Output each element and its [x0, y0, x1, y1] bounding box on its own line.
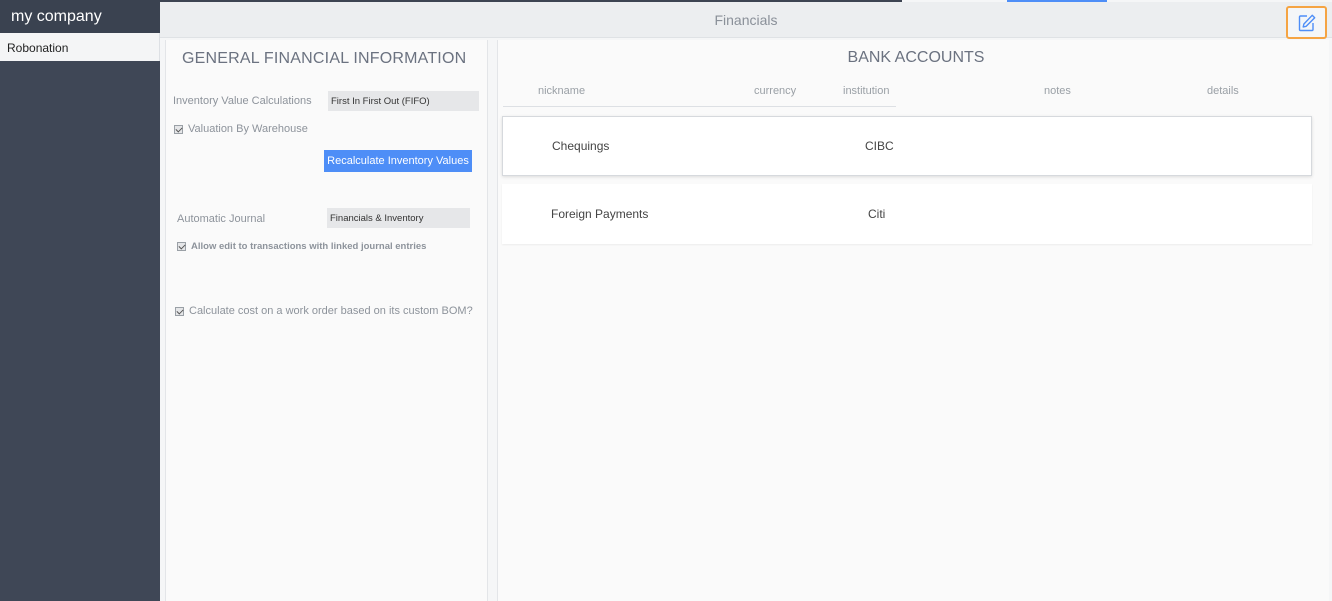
sidebar: my company Robonation — [0, 0, 160, 601]
page-title: Financials — [714, 12, 778, 28]
bank-institution: Citi — [868, 207, 886, 221]
edit-icon — [1298, 14, 1315, 31]
column-header-institution[interactable]: institution — [843, 85, 889, 97]
header-bar: Financials — [160, 2, 1332, 39]
bank-accounts-panel: BANK ACCOUNTS nickname currency institut… — [497, 40, 1329, 601]
allow-edit-label: Allow edit to transactions with linked j… — [191, 241, 427, 252]
checkbox-checked-icon — [177, 242, 186, 251]
allow-edit-checkbox[interactable]: Allow edit to transactions with linked j… — [177, 241, 426, 252]
checkbox-checked-icon — [175, 306, 184, 316]
column-header-currency[interactable]: currency — [754, 85, 796, 97]
general-financial-title: GENERAL FINANCIAL INFORMATION — [182, 50, 467, 67]
inventory-calc-label: Inventory Value Calculations — [173, 95, 312, 107]
bank-institution: CIBC — [865, 139, 894, 153]
bank-nickname: Foreign Payments — [551, 207, 649, 221]
bank-nickname: Chequings — [552, 139, 610, 153]
company-name[interactable]: my company — [0, 0, 160, 33]
bank-row-foreign-payments[interactable]: Foreign Payments Citi — [502, 184, 1312, 244]
inventory-calc-select[interactable]: First In First Out (FIFO) — [328, 91, 479, 111]
checkbox-checked-icon — [174, 124, 183, 134]
edit-button[interactable] — [1286, 6, 1327, 39]
sidebar-item-robonation[interactable]: Robonation — [0, 33, 160, 61]
automatic-journal-label: Automatic Journal — [177, 213, 266, 225]
recalculate-inventory-button[interactable]: Recalculate Inventory Values — [324, 150, 472, 172]
column-header-details[interactable]: details — [1207, 85, 1239, 97]
automatic-journal-select[interactable]: Financials & Inventory — [327, 208, 470, 228]
general-financial-panel: GENERAL FINANCIAL INFORMATION Inventory … — [165, 40, 488, 601]
bank-row-chequings[interactable]: Chequings CIBC — [502, 116, 1312, 176]
column-header-notes[interactable]: notes — [1044, 85, 1071, 97]
valuation-by-warehouse-label: Valuation By Warehouse — [188, 123, 308, 135]
column-header-underline — [503, 106, 896, 107]
valuation-by-warehouse-checkbox[interactable]: Valuation By Warehouse — [174, 123, 308, 135]
column-header-nickname[interactable]: nickname — [538, 85, 585, 97]
custom-bom-checkbox[interactable]: Calculate cost on a work order based on … — [175, 305, 473, 317]
bank-accounts-title: BANK ACCOUNTS — [847, 49, 985, 66]
custom-bom-label: Calculate cost on a work order based on … — [189, 305, 473, 317]
